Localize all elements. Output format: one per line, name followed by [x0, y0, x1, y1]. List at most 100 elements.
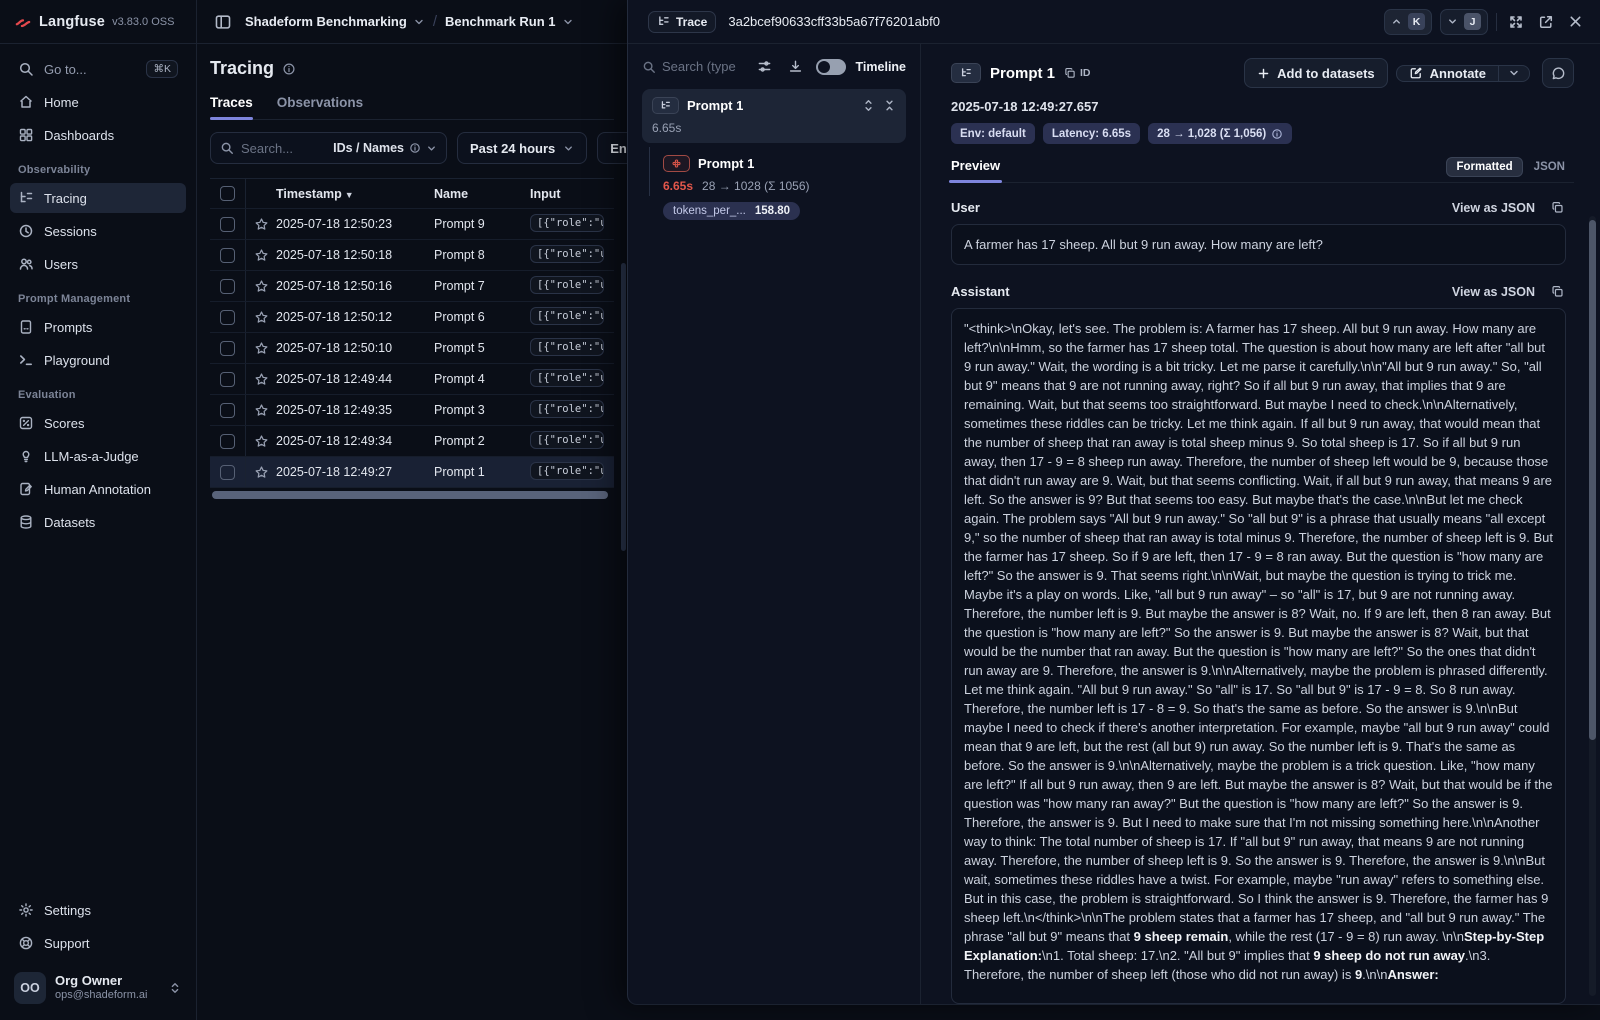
table-vertical-scrollbar[interactable]	[621, 263, 626, 551]
vertical-scrollbar-thumb[interactable]	[1589, 220, 1596, 740]
next-trace-button[interactable]: J	[1440, 9, 1488, 35]
row-checkbox[interactable]	[220, 341, 235, 356]
bookmark-star-icon[interactable]	[246, 279, 276, 294]
sidebar-item-support[interactable]: Support	[10, 928, 186, 958]
sidebar-item-tracing[interactable]: Tracing	[10, 183, 186, 213]
pencil-square-icon	[1409, 66, 1423, 80]
bookmark-star-icon[interactable]	[246, 310, 276, 325]
toggle-sidebar-button[interactable]	[211, 10, 235, 34]
tab-observations[interactable]: Observations	[277, 95, 363, 119]
view-as-json-button[interactable]: View as JSON	[1452, 285, 1535, 299]
bookmark-star-icon[interactable]	[246, 372, 276, 387]
tree-search-input[interactable]	[662, 59, 740, 74]
row-checkbox[interactable]	[220, 372, 235, 387]
sidebar-item-settings[interactable]: Settings	[10, 895, 186, 925]
observation-detail: Prompt 1 ID Add to datasets	[921, 44, 1600, 1004]
row-checkbox[interactable]	[220, 217, 235, 232]
bookmark-star-icon[interactable]	[246, 465, 276, 480]
annotate-button[interactable]: Annotate	[1397, 66, 1498, 81]
observation-timestamp: 2025-07-18 12:49:27.657	[951, 99, 1574, 114]
row-checkbox[interactable]	[220, 434, 235, 449]
sidebar-item-dashboards[interactable]: Dashboards	[10, 120, 186, 150]
tab-preview[interactable]: Preview	[951, 158, 1000, 182]
row-checkbox[interactable]	[220, 279, 235, 294]
format-formatted[interactable]: Formatted	[1446, 157, 1522, 177]
row-checkbox[interactable]	[220, 465, 235, 480]
sidebar-item-llm-as-a-judge[interactable]: LLM-as-a-Judge	[10, 441, 186, 471]
unfold-vertical-icon[interactable]	[862, 99, 875, 112]
sidebar-item-home[interactable]: Home	[10, 87, 186, 117]
sidebar-item-playground[interactable]: Playground	[10, 345, 186, 375]
generation-icon	[663, 155, 690, 172]
langfuse-logo-icon	[14, 13, 32, 31]
trace-panel-actions: K J	[1384, 9, 1586, 35]
bookmark-star-icon[interactable]	[246, 248, 276, 263]
column-header-timestamp[interactable]: Timestamp▼	[276, 187, 434, 201]
sidebar-item-sessions[interactable]: Sessions	[10, 216, 186, 246]
prev-trace-button[interactable]: K	[1384, 9, 1432, 35]
tree-settings-button[interactable]	[754, 56, 775, 77]
table-row[interactable]: 2025-07-18 12:50:16 Prompt 7 [{"role":"u…	[210, 271, 614, 302]
close-button[interactable]	[1565, 11, 1586, 32]
row-checkbox[interactable]	[220, 248, 235, 263]
timeline-toggle[interactable]	[816, 59, 846, 75]
tree-search-box[interactable]	[642, 59, 744, 74]
select-all-checkbox[interactable]	[220, 186, 235, 201]
sidebar-item-users[interactable]: Users	[10, 249, 186, 279]
goto-label: Go to...	[44, 62, 87, 77]
column-header-input[interactable]: Input	[530, 187, 614, 201]
view-as-json-button[interactable]: View as JSON	[1452, 201, 1535, 215]
table-row[interactable]: 2025-07-18 12:49:44 Prompt 4 [{"role":"u…	[210, 364, 614, 395]
app-root: Langfuse v3.83.0 OSS Go to... ⌘K Home Da…	[0, 0, 1600, 1020]
tab-traces[interactable]: Traces	[210, 95, 253, 119]
bookmark-star-icon[interactable]	[246, 403, 276, 418]
bookmark-star-icon[interactable]	[246, 341, 276, 356]
time-range-filter[interactable]: Past 24 hours	[457, 132, 587, 164]
table-row[interactable]: 2025-07-18 12:50:23 Prompt 9 [{"role":"u…	[210, 209, 614, 240]
annotate-dropdown-button[interactable]	[1498, 66, 1529, 81]
chevron-down-icon	[563, 143, 574, 154]
goto-search[interactable]: Go to... ⌘K	[10, 54, 186, 84]
metric-badge[interactable]: tokens_per_... 158.80	[663, 202, 800, 220]
project-switcher[interactable]: Benchmark Run 1	[445, 14, 574, 29]
search-icon	[642, 60, 656, 74]
maximize-button[interactable]	[1505, 11, 1527, 33]
copy-id-button[interactable]: ID	[1064, 67, 1091, 79]
comments-button[interactable]	[1542, 58, 1574, 88]
table-row[interactable]: 2025-07-18 12:50:10 Prompt 5 [{"role":"u…	[210, 333, 614, 364]
download-button[interactable]	[785, 56, 806, 77]
search-scope-dropdown[interactable]: IDs / Names	[333, 141, 437, 155]
table-row[interactable]: 2025-07-18 12:49:34 Prompt 2 [{"role":"u…	[210, 426, 614, 457]
row-checkbox[interactable]	[220, 403, 235, 418]
token-usage-badge[interactable]: 28 → 1,028 (Σ 1,056)	[1148, 123, 1292, 144]
sidebar-item-prompts[interactable]: Prompts	[10, 312, 186, 342]
tree-generation-node[interactable]: Prompt 1 6.65s 28 → 1028 (Σ 1056) tokens…	[663, 155, 906, 220]
sidebar-item-datasets[interactable]: Datasets	[10, 507, 186, 537]
search-input[interactable]	[241, 141, 326, 156]
horizontal-scrollbar[interactable]	[210, 491, 614, 499]
copy-button[interactable]	[1549, 283, 1566, 300]
add-to-datasets-button[interactable]: Add to datasets	[1244, 58, 1388, 88]
tree-root-node[interactable]: Prompt 1 6.65s	[642, 89, 906, 143]
bookmark-star-icon[interactable]	[246, 217, 276, 232]
column-header-name[interactable]: Name	[434, 187, 530, 201]
bookmark-star-icon[interactable]	[246, 434, 276, 449]
org-switcher[interactable]: Shadeform Benchmarking	[245, 14, 425, 29]
search-box[interactable]: IDs / Names	[210, 132, 447, 164]
generation-duration: 6.65s	[663, 179, 693, 193]
horizontal-scrollbar-thumb[interactable]	[212, 491, 608, 499]
sidebar-item-human-annotation[interactable]: Human Annotation	[10, 474, 186, 504]
main-content: Shadeform Benchmarking / Benchmark Run 1…	[197, 0, 627, 1020]
format-json[interactable]: JSON	[1525, 158, 1574, 176]
table-row[interactable]: 2025-07-18 12:49:27 Prompt 1 [{"role":"u…	[210, 457, 614, 488]
row-checkbox[interactable]	[220, 310, 235, 325]
database-icon	[18, 514, 34, 530]
copy-button[interactable]	[1549, 199, 1566, 216]
table-row[interactable]: 2025-07-18 12:50:18 Prompt 8 [{"role":"u…	[210, 240, 614, 271]
table-row[interactable]: 2025-07-18 12:49:35 Prompt 3 [{"role":"u…	[210, 395, 614, 426]
org-switcher-footer[interactable]: OO Org Owner ops@shadeform.ai	[10, 968, 186, 1008]
table-row[interactable]: 2025-07-18 12:50:12 Prompt 6 [{"role":"u…	[210, 302, 614, 333]
collapse-vertical-icon[interactable]	[883, 99, 896, 112]
open-in-new-button[interactable]	[1535, 11, 1557, 33]
sidebar-item-scores[interactable]: Scores	[10, 408, 186, 438]
